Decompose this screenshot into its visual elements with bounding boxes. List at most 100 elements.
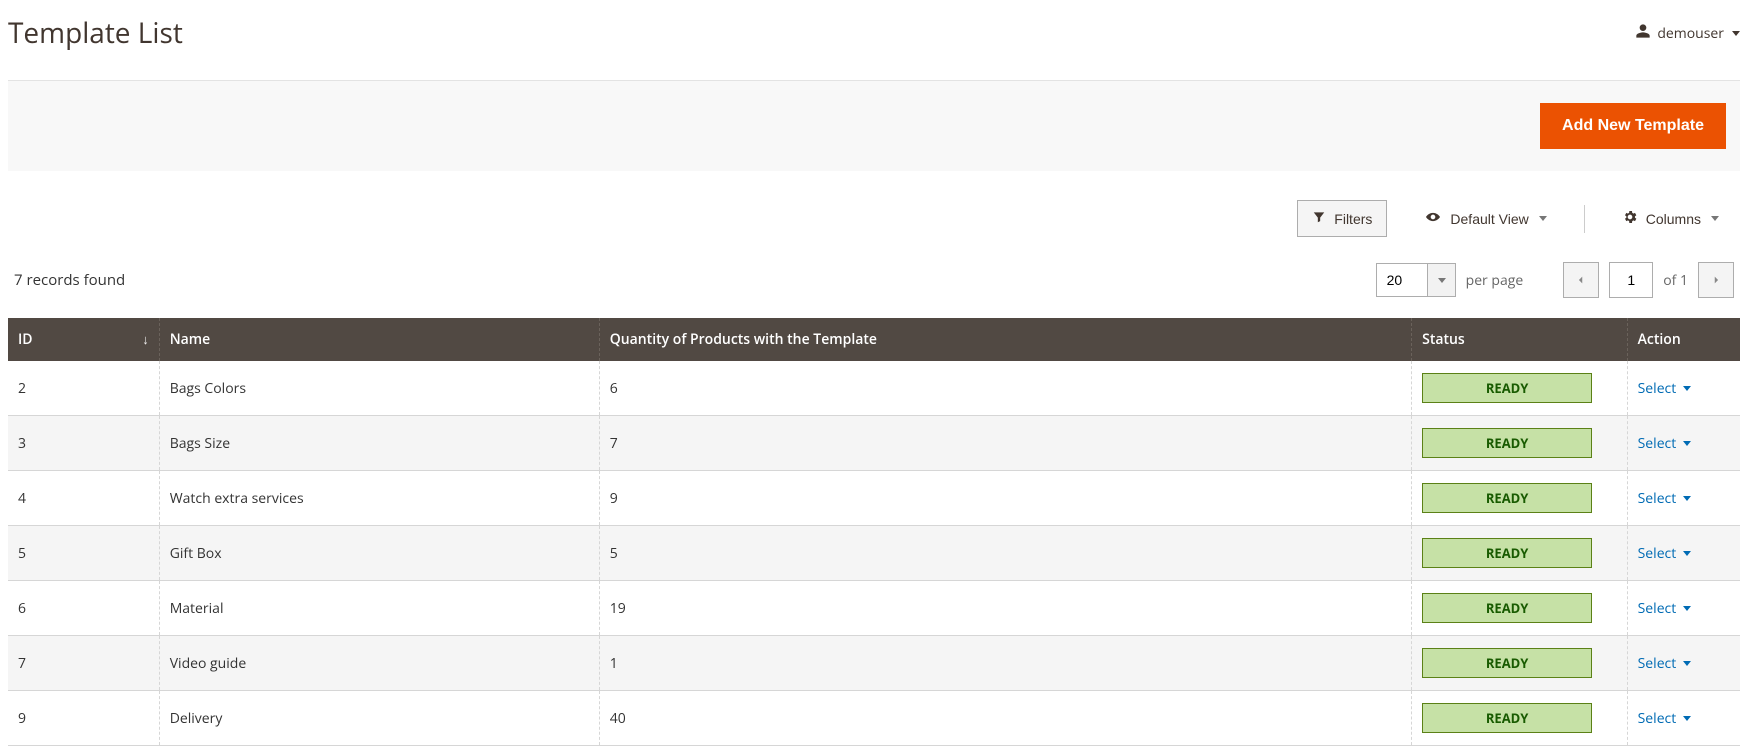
per-page-dropdown-toggle[interactable] xyxy=(1427,264,1455,296)
col-header-action[interactable]: Action xyxy=(1627,318,1740,361)
cell-name: Bags Colors xyxy=(159,361,599,416)
cell-id: 5 xyxy=(8,526,159,581)
table-row: 5Gift Box5 READY Select xyxy=(8,526,1740,581)
row-action-label: Select xyxy=(1638,544,1677,563)
table-row: 6Material19 READY Select xyxy=(8,581,1740,636)
chevron-down-icon xyxy=(1683,386,1691,391)
cell-qty: 6 xyxy=(599,361,1411,416)
cell-name: Bags Size xyxy=(159,416,599,471)
chevron-down-icon xyxy=(1683,606,1691,611)
cell-name: Gift Box xyxy=(159,526,599,581)
row-action-select[interactable]: Select xyxy=(1638,379,1692,398)
status-badge: READY xyxy=(1422,538,1592,568)
status-badge: READY xyxy=(1422,648,1592,678)
cell-id: 9 xyxy=(8,691,159,746)
cell-status: READY xyxy=(1412,471,1628,526)
cell-id: 2 xyxy=(8,361,159,416)
page-title: Template List xyxy=(8,14,183,52)
filters-button[interactable]: Filters xyxy=(1297,200,1387,237)
table-row: 9Delivery40READY Select xyxy=(8,691,1740,746)
cell-action: Select xyxy=(1627,526,1740,581)
add-new-template-button[interactable]: Add New Template xyxy=(1540,103,1726,149)
cell-name: Watch extra services xyxy=(159,471,599,526)
toolbar-separator xyxy=(1584,205,1585,233)
per-page-label: per page xyxy=(1466,271,1524,290)
cell-qty: 40 xyxy=(599,691,1411,746)
cell-qty: 9 xyxy=(599,471,1411,526)
funnel-icon xyxy=(1312,210,1326,227)
row-action-select[interactable]: Select xyxy=(1638,709,1692,728)
chevron-down-icon xyxy=(1683,716,1691,721)
columns-button[interactable]: Columns xyxy=(1607,199,1734,238)
per-page-select[interactable] xyxy=(1376,263,1456,297)
status-badge: READY xyxy=(1422,373,1592,403)
row-action-label: Select xyxy=(1638,379,1677,398)
eye-icon xyxy=(1424,210,1442,227)
user-name: demouser xyxy=(1657,24,1724,43)
chevron-down-icon xyxy=(1683,441,1691,446)
cell-status: READY xyxy=(1412,691,1628,746)
records-found-text: 7 records found xyxy=(14,270,125,290)
next-page-button[interactable] xyxy=(1698,262,1734,298)
cell-action: Select xyxy=(1627,636,1740,691)
col-header-id[interactable]: ID ↓ xyxy=(8,318,159,361)
col-header-qty[interactable]: Quantity of Products with the Template xyxy=(599,318,1411,361)
chevron-down-icon xyxy=(1438,278,1446,283)
cell-action: Select xyxy=(1627,416,1740,471)
columns-label: Columns xyxy=(1646,211,1701,227)
row-action-label: Select xyxy=(1638,489,1677,508)
chevron-down-icon xyxy=(1732,31,1740,36)
chevron-down-icon xyxy=(1711,216,1719,221)
default-view-label: Default View xyxy=(1450,211,1528,227)
per-page-input[interactable] xyxy=(1377,264,1427,296)
chevron-down-icon xyxy=(1539,216,1547,221)
cell-action: Select xyxy=(1627,471,1740,526)
row-action-select[interactable]: Select xyxy=(1638,489,1692,508)
chevron-down-icon xyxy=(1683,661,1691,666)
page-of-text: of 1 xyxy=(1663,271,1688,290)
col-header-name[interactable]: Name xyxy=(159,318,599,361)
cell-name: Delivery xyxy=(159,691,599,746)
chevron-down-icon xyxy=(1683,551,1691,556)
cell-name: Video guide xyxy=(159,636,599,691)
default-view-button[interactable]: Default View xyxy=(1409,200,1561,237)
table-row: 3Bags Size7 READY Select xyxy=(8,416,1740,471)
template-table: ID ↓ Name Quantity of Products with the … xyxy=(8,318,1740,746)
status-badge: READY xyxy=(1422,593,1592,623)
status-badge: READY xyxy=(1422,483,1592,513)
col-header-status[interactable]: Status xyxy=(1412,318,1628,361)
user-menu[interactable]: demouser xyxy=(1635,23,1740,44)
table-row: 4Watch extra services9 READY Select xyxy=(8,471,1740,526)
row-action-select[interactable]: Select xyxy=(1638,599,1692,618)
gear-icon xyxy=(1622,209,1638,228)
table-row: 2Bags Colors6 READY Select xyxy=(8,361,1740,416)
row-action-label: Select xyxy=(1638,599,1677,618)
cell-action: Select xyxy=(1627,691,1740,746)
filters-label: Filters xyxy=(1334,211,1372,227)
cell-id: 4 xyxy=(8,471,159,526)
cell-status: READY xyxy=(1412,416,1628,471)
status-badge: READY xyxy=(1422,428,1592,458)
current-page-input[interactable] xyxy=(1609,262,1653,298)
cell-qty: 7 xyxy=(599,416,1411,471)
prev-page-button[interactable] xyxy=(1563,262,1599,298)
chevron-down-icon xyxy=(1683,496,1691,501)
cell-id: 6 xyxy=(8,581,159,636)
row-action-select[interactable]: Select xyxy=(1638,544,1692,563)
cell-qty: 1 xyxy=(599,636,1411,691)
cell-status: READY xyxy=(1412,526,1628,581)
cell-qty: 19 xyxy=(599,581,1411,636)
row-action-label: Select xyxy=(1638,434,1677,453)
row-action-label: Select xyxy=(1638,709,1677,728)
table-row: 7Video guide1READYSelect xyxy=(8,636,1740,691)
action-bar: Add New Template xyxy=(8,80,1740,171)
user-icon xyxy=(1635,23,1651,44)
cell-status: READY xyxy=(1412,636,1628,691)
row-action-label: Select xyxy=(1638,654,1677,673)
row-action-select[interactable]: Select xyxy=(1638,434,1692,453)
row-action-select[interactable]: Select xyxy=(1638,654,1692,673)
cell-qty: 5 xyxy=(599,526,1411,581)
cell-action: Select xyxy=(1627,581,1740,636)
cell-id: 3 xyxy=(8,416,159,471)
cell-name: Material xyxy=(159,581,599,636)
